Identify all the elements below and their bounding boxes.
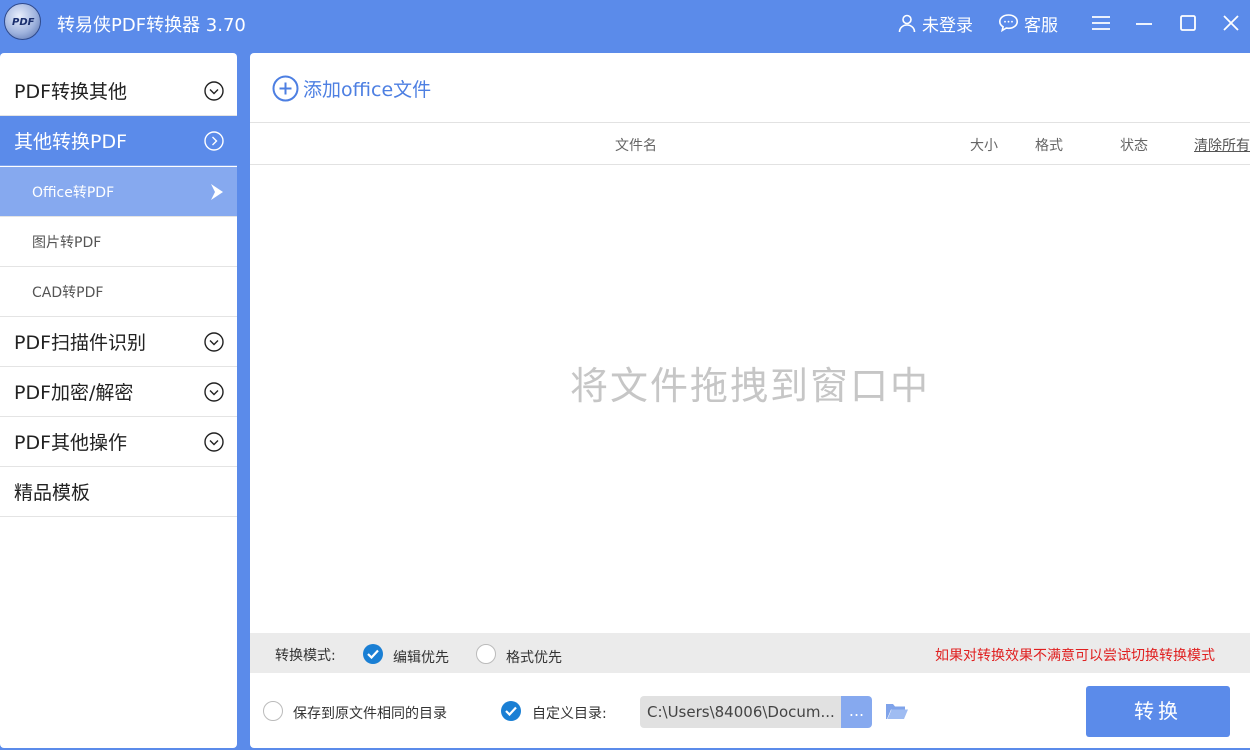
add-file-label: 添加office文件	[303, 78, 432, 101]
app-title: 转易侠PDF转换器 3.70	[57, 15, 246, 36]
menu-button[interactable]	[1088, 10, 1114, 36]
column-header-size: 大小	[970, 138, 998, 154]
sidebar-subitem-cad-to-pdf[interactable]: CAD转PDF	[0, 267, 237, 317]
column-header-filename: 文件名	[615, 138, 657, 154]
chevron-right-icon	[204, 131, 224, 151]
sidebar-subitem-label: 图片转PDF	[32, 234, 102, 251]
sidebar-item-pdf-encrypt-decrypt[interactable]: PDF加密/解密	[0, 367, 237, 417]
sidebar-subitem-label: CAD转PDF	[32, 284, 104, 301]
customer-service-button[interactable]: 客服	[998, 10, 1058, 36]
custom-dir-radio[interactable]	[501, 701, 521, 721]
sidebar-item-label: PDF扫描件识别	[14, 332, 147, 354]
sidebar-subitem-office-to-pdf[interactable]: Office转PDF	[0, 167, 237, 217]
sidebar-item-pdf-scan-ocr[interactable]: PDF扫描件识别	[0, 317, 237, 367]
sidebar: PDF转换其他 其他转换PDF Office转PDF 图片转PDF CAD转PD…	[0, 53, 237, 748]
app-logo: PDF	[4, 3, 41, 40]
mode-edit-priority-radio[interactable]	[363, 644, 383, 664]
column-header-format: 格式	[1035, 138, 1063, 154]
sidebar-item-other-to-pdf[interactable]: 其他转换PDF	[0, 116, 237, 166]
login-button[interactable]: 未登录	[897, 10, 973, 36]
chat-bubble-icon	[998, 14, 1019, 33]
sidebar-item-label: PDF其他操作	[14, 432, 128, 454]
save-same-dir-radio[interactable]	[263, 701, 283, 721]
sidebar-item-pdf-to-other[interactable]: PDF转换其他	[0, 66, 237, 116]
main-panel: 添加office文件 文件名 大小 格式 状态 清除所有 将文件拖拽到窗口中 转…	[250, 53, 1250, 748]
chevron-down-icon	[204, 382, 224, 402]
mode-format-priority-label[interactable]: 格式优先	[506, 647, 562, 667]
title-bar: PDF 转易侠PDF转换器 3.70 未登录 客服	[0, 0, 1250, 45]
checkmark-icon	[367, 649, 379, 659]
chevron-down-icon	[204, 432, 224, 452]
add-office-file-button[interactable]: 添加office文件	[272, 74, 431, 102]
sidebar-item-premium-templates[interactable]: 精品模板	[0, 467, 237, 517]
open-folder-icon[interactable]	[885, 701, 909, 721]
column-header-status: 状态	[1120, 138, 1148, 154]
output-path-field[interactable]: C:\Users\84006\Docum...	[640, 696, 841, 728]
maximize-button[interactable]	[1175, 10, 1201, 36]
custom-dir-label[interactable]: 自定义目录:	[532, 703, 607, 723]
output-settings-bar: 保存到原文件相同的目录 自定义目录: C:\Users\84006\Docum.…	[250, 673, 1250, 748]
sidebar-item-label: 其他转换PDF	[14, 131, 128, 153]
app-logo-text: PDF	[12, 17, 35, 28]
clear-all-link[interactable]: 清除所有	[1194, 135, 1250, 155]
checkmark-icon	[505, 706, 517, 716]
drop-zone-hint: 将文件拖拽到窗口中	[569, 364, 930, 408]
add-circle-icon	[272, 75, 299, 101]
hamburger-menu-icon	[1092, 16, 1110, 30]
chevron-down-icon	[204, 81, 224, 101]
minimize-button[interactable]	[1131, 10, 1157, 36]
minimize-icon	[1136, 23, 1152, 25]
file-table-header: 文件名 大小 格式 状态 清除所有	[250, 122, 1250, 165]
selected-arrow-icon	[211, 184, 223, 200]
mode-format-priority-radio[interactable]	[476, 644, 496, 664]
conversion-mode-label: 转换模式:	[275, 648, 336, 664]
maximize-icon	[1180, 15, 1196, 31]
chevron-down-icon	[204, 332, 224, 352]
sidebar-item-label: PDF转换其他	[14, 81, 128, 103]
sidebar-subitem-image-to-pdf[interactable]: 图片转PDF	[0, 217, 237, 267]
sidebar-item-label: PDF加密/解密	[14, 382, 134, 404]
service-label: 客服	[1024, 15, 1058, 36]
sidebar-subitem-label: Office转PDF	[32, 184, 115, 201]
sidebar-item-pdf-other-operations[interactable]: PDF其他操作	[0, 417, 237, 467]
convert-button[interactable]: 转换	[1086, 686, 1230, 737]
save-same-dir-label[interactable]: 保存到原文件相同的目录	[293, 703, 447, 723]
login-label: 未登录	[922, 15, 973, 36]
close-button[interactable]	[1218, 10, 1244, 36]
user-icon	[898, 14, 916, 33]
mode-tip-text: 如果对转换效果不满意可以尝试切换转换模式	[935, 648, 1215, 664]
close-icon	[1223, 15, 1239, 31]
mode-edit-priority-label[interactable]: 编辑优先	[393, 647, 449, 667]
browse-path-button[interactable]: ...	[841, 696, 872, 728]
sidebar-item-label: 精品模板	[14, 482, 91, 504]
conversion-mode-bar: 转换模式: 编辑优先 格式优先 如果对转换效果不满意可以尝试切换转换模式	[250, 633, 1250, 673]
